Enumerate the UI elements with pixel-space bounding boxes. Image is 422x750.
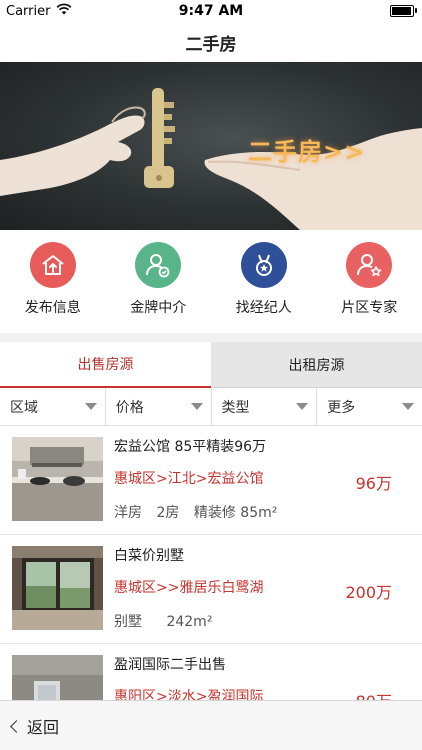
listing-location: 惠阳区>淡水>盈润国际 bbox=[114, 689, 264, 700]
listing-photo-kitchen bbox=[12, 437, 103, 521]
listing-area: 242m² bbox=[166, 614, 213, 630]
back-button[interactable]: 返回 bbox=[10, 714, 60, 738]
listing-location: 惠城区>江北>宏益公馆 bbox=[114, 471, 264, 487]
chevron-left-icon bbox=[10, 719, 23, 733]
banner[interactable]: 二手房>> bbox=[0, 62, 422, 230]
quick-label: 找经纪人 bbox=[235, 300, 292, 316]
quick-label: 金牌中介 bbox=[130, 300, 187, 316]
listing-item[interactable]: 盈润国际二手出售 惠阳区>淡水>盈润国际 80万 bbox=[0, 644, 422, 700]
triangle-down-icon bbox=[84, 403, 97, 410]
listing-list: 宏益公馆 85平精装96万 惠城区>江北>宏益公馆 96万 洋房 2房 精装修 … bbox=[0, 426, 422, 700]
listing-price: 80万 bbox=[356, 688, 392, 700]
quick-area-expert[interactable]: 片区专家 bbox=[317, 230, 422, 333]
quick-entries: 发布信息 金牌中介 找经纪人 片区专家 bbox=[0, 230, 422, 333]
listing-details: 别墅 242m² bbox=[114, 611, 212, 631]
section-divider bbox=[0, 333, 422, 342]
tab-for-rent[interactable]: 出租房源 bbox=[211, 342, 422, 388]
tab-for-sale[interactable]: 出售房源 bbox=[0, 342, 211, 388]
listing-title: 白菜价别墅 bbox=[114, 548, 184, 564]
listing-area: 85m² bbox=[240, 505, 278, 521]
banner-text: 二手房>> bbox=[248, 138, 366, 166]
quick-gold-agency[interactable]: 金牌中介 bbox=[106, 230, 212, 333]
listing-photo-unfinished bbox=[12, 655, 103, 700]
listing-item[interactable]: 白菜价别墅 惠城区>>雅居乐白鹭湖 200万 别墅 242m² bbox=[0, 535, 422, 644]
filter-label: 类型 bbox=[221, 399, 250, 416]
bottom-bar: 返回 bbox=[0, 700, 422, 750]
listing-rooms: 2房 bbox=[156, 505, 180, 521]
filter-label: 价格 bbox=[115, 399, 144, 416]
page-title: 二手房 bbox=[185, 34, 237, 55]
filter-price[interactable]: 价格 bbox=[106, 388, 212, 425]
medal-icon bbox=[240, 242, 287, 288]
listing-type: 别墅 bbox=[114, 614, 142, 630]
quick-label: 片区专家 bbox=[341, 300, 398, 316]
listing-details: 洋房 2房 精装修 85m² bbox=[114, 502, 277, 522]
quick-find-agent[interactable]: 找经纪人 bbox=[211, 230, 317, 333]
filter-more[interactable]: 更多 bbox=[317, 388, 422, 425]
agent-badge-icon bbox=[135, 242, 182, 288]
listing-tabs: 出售房源 出租房源 bbox=[0, 342, 422, 388]
status-bar: Carrier 9:47 AM bbox=[0, 0, 422, 22]
listing-location: 惠城区>>雅居乐白鹭湖 bbox=[114, 580, 264, 596]
status-time: 9:47 AM bbox=[178, 3, 244, 19]
triangle-down-icon bbox=[190, 403, 203, 410]
expert-star-icon bbox=[346, 242, 393, 288]
listing-item[interactable]: 宏益公馆 85平精装96万 惠城区>江北>宏益公馆 96万 洋房 2房 精装修 … bbox=[0, 426, 422, 535]
house-up-icon bbox=[29, 242, 76, 288]
triangle-down-icon bbox=[296, 403, 309, 410]
listing-price: 200万 bbox=[345, 583, 392, 602]
listing-type: 洋房 bbox=[114, 505, 142, 521]
battery-icon bbox=[390, 5, 417, 17]
listing-photo-room bbox=[12, 546, 103, 630]
filter-bar: 区域 价格 类型 更多 bbox=[0, 388, 422, 426]
listing-title: 盈润国际二手出售 bbox=[114, 657, 226, 673]
listing-decoration: 精装修 bbox=[193, 505, 236, 521]
triangle-down-icon bbox=[402, 403, 414, 410]
filter-label: 区域 bbox=[10, 399, 38, 416]
quick-label: 发布信息 bbox=[24, 300, 81, 316]
filter-type[interactable]: 类型 bbox=[212, 388, 318, 425]
filter-region[interactable]: 区域 bbox=[0, 388, 106, 425]
filter-label: 更多 bbox=[327, 399, 356, 416]
nav-bar: 二手房 bbox=[0, 22, 422, 62]
listing-price: 96万 bbox=[355, 474, 392, 493]
back-label: 返回 bbox=[27, 717, 60, 737]
listing-title: 宏益公馆 85平精装96万 bbox=[114, 439, 267, 455]
quick-publish[interactable]: 发布信息 bbox=[0, 230, 106, 333]
